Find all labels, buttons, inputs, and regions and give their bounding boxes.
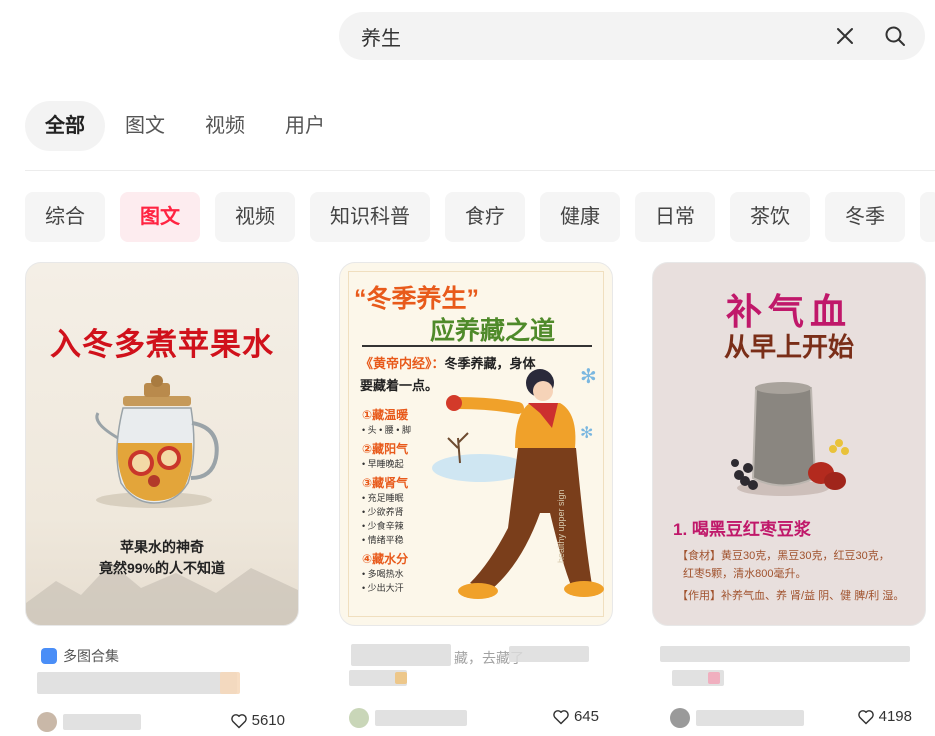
filter-chip-image-text[interactable]: 图文 <box>120 192 200 242</box>
filter-chip-daily[interactable]: 日常 <box>635 192 715 242</box>
search-icon[interactable] <box>883 24 907 48</box>
blurred-title <box>395 672 407 684</box>
note-card[interactable]: 入冬多煮苹果水 苹果水的神奇 竟然99%的人不知道 多图合集 5610 <box>25 262 299 736</box>
blurred-title <box>37 672 237 694</box>
like-count[interactable]: 645 <box>552 708 599 725</box>
blurred-author[interactable] <box>375 710 467 726</box>
tab-image-text[interactable]: 图文 <box>105 101 185 151</box>
blurred-title <box>351 644 451 666</box>
multi-image-badge: 多图合集 <box>41 646 119 666</box>
note-card[interactable]: 补气血 从早上开始 1. 喝黑豆红枣豆浆 【食材】黄豆30克，黑豆30克，红豆3… <box>652 262 926 736</box>
svg-text:✻: ✻ <box>580 364 597 388</box>
blurred-title <box>660 646 910 662</box>
main-tabs: 全部 图文 视频 用户 <box>25 100 345 152</box>
gallery-icon <box>41 648 57 664</box>
divider <box>25 170 935 171</box>
note-cover[interactable]: “冬季养生” 应养藏之道 《黄帝内经》：冬季养藏，身体 要藏着一点。 ①藏温暖 … <box>339 262 613 626</box>
close-icon[interactable] <box>833 24 857 48</box>
note-meta: 藏，去藏了 645 <box>339 626 613 736</box>
filter-chip-more[interactable] <box>920 192 935 242</box>
filter-chip-tea[interactable]: 茶饮 <box>730 192 810 242</box>
note-meta: 多图合集 5610 <box>25 626 299 736</box>
filter-chips: 综合 图文 视频 知识科普 食疗 健康 日常 茶饮 冬季 <box>25 192 935 242</box>
avatar[interactable] <box>349 708 369 728</box>
note-card[interactable]: “冬季养生” 应养藏之道 《黄帝内经》：冬季养藏，身体 要藏着一点。 ①藏温暖 … <box>339 262 613 736</box>
tab-all[interactable]: 全部 <box>25 101 105 151</box>
search-bar[interactable] <box>339 12 925 60</box>
search-input[interactable] <box>359 24 803 49</box>
tab-video[interactable]: 视频 <box>185 101 265 151</box>
blurred-title <box>509 646 589 662</box>
like-count-value: 5610 <box>251 712 285 729</box>
note-meta: 4198 <box>652 626 926 736</box>
blurred-author[interactable] <box>696 710 804 726</box>
cover-caption: 苹果水的神奇 竟然99%的人不知道 <box>98 539 226 576</box>
blurred-title <box>220 672 240 694</box>
avatar[interactable] <box>37 712 57 732</box>
blurred-author[interactable] <box>63 714 141 730</box>
cover-watermark: healthy upper sign <box>556 489 566 563</box>
like-count-value: 4198 <box>878 708 912 725</box>
heart-icon[interactable] <box>230 713 248 729</box>
avatar[interactable] <box>670 708 690 728</box>
recipe-details: 【食材】黄豆30克，黑豆30克，红豆30克， 红枣5颗，清水800毫升。 【作用… <box>677 550 905 602</box>
heart-icon[interactable] <box>552 709 570 725</box>
tab-users[interactable]: 用户 <box>265 101 345 151</box>
filter-chip-winter[interactable]: 冬季 <box>825 192 905 242</box>
badge-label: 多图合集 <box>63 648 119 664</box>
like-count[interactable]: 4198 <box>857 708 912 725</box>
blurred-title <box>708 672 720 684</box>
filter-chip-science[interactable]: 知识科普 <box>310 192 430 242</box>
like-count-value: 645 <box>573 708 599 725</box>
heart-icon[interactable] <box>857 709 875 725</box>
filter-chip-video[interactable]: 视频 <box>215 192 295 242</box>
winter-illustration: ✻ ✻ <box>432 364 604 599</box>
filter-chip-diet-therapy[interactable]: 食疗 <box>445 192 525 242</box>
note-cover[interactable]: 入冬多煮苹果水 苹果水的神奇 竟然99%的人不知道 <box>25 262 299 626</box>
note-cover[interactable]: 补气血 从早上开始 1. 喝黑豆红枣豆浆 【食材】黄豆30克，黑豆30克，红豆3… <box>652 262 926 626</box>
recipe-title: 1. 喝黑豆红枣豆浆 <box>673 520 811 539</box>
svg-text:✻: ✻ <box>580 423 593 442</box>
filter-chip-comprehensive[interactable]: 综合 <box>25 192 105 242</box>
like-count[interactable]: 5610 <box>230 712 285 729</box>
filter-chip-health[interactable]: 健康 <box>540 192 620 242</box>
